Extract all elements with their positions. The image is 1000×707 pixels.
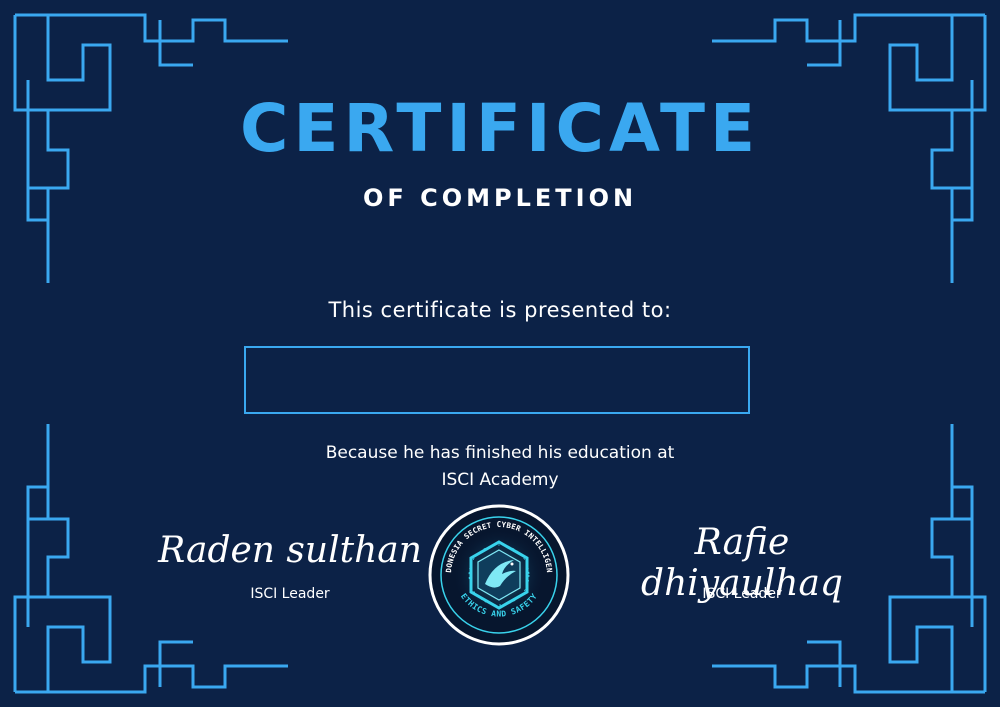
certificate: CERTIFICATE OF COMPLETION This certifica… (0, 0, 1000, 707)
completion-reason: Because he has finished his education at… (0, 440, 1000, 494)
signature-left-name: Raden sulthan (158, 530, 422, 571)
isci-seal-icon: INDONESIA SECRET CYBER INTELLIGENCE ETHI… (428, 504, 570, 646)
certificate-title: CERTIFICATE (239, 90, 761, 167)
reason-line-2: ISCI Academy (441, 470, 559, 490)
signature-left-role: ISCI Leader (250, 586, 330, 602)
presented-to-text: This certificate is presented to: (328, 298, 672, 322)
signature-right-role: ISCI Leader (702, 586, 782, 602)
certificate-subtitle: OF COMPLETION (362, 184, 638, 212)
recipient-name-box (244, 346, 750, 414)
reason-line-1: Because he has finished his education at (325, 443, 675, 463)
